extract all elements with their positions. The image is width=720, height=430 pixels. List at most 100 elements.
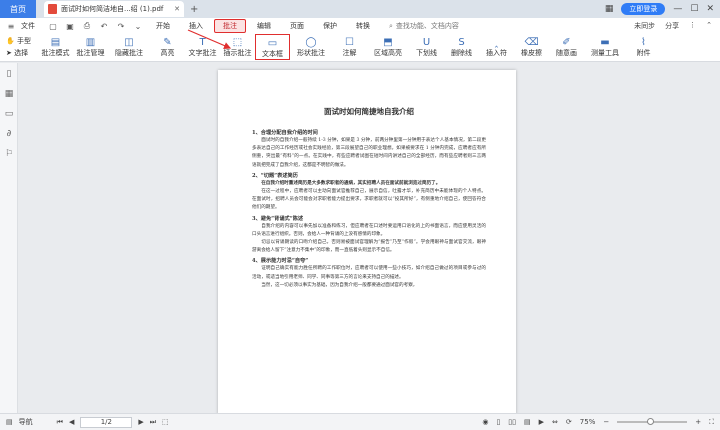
area-highlight-icon: ⬒ bbox=[383, 36, 393, 48]
redo-icon[interactable]: ↷ bbox=[114, 22, 128, 31]
tab-bar: 首页 面试时如何简洁地自...绍 (1).pdf ✕ + ▦ 立即登录 — ☐ … bbox=[0, 0, 720, 18]
last-page-icon[interactable]: ⏭ bbox=[150, 418, 156, 427]
search-box[interactable]: ⌕ 查找功能、文档内容 bbox=[389, 21, 459, 31]
menu-edit[interactable]: 编辑 bbox=[249, 20, 279, 32]
hamburger-icon[interactable]: ≡ bbox=[4, 22, 18, 31]
prev-page-icon[interactable]: ◀ bbox=[69, 418, 74, 426]
menu-start[interactable]: 开始 bbox=[148, 20, 178, 32]
fullscreen-icon[interactable]: ⛶ bbox=[709, 418, 714, 427]
section-heading: 3、避免“背诵式”陈述 bbox=[252, 215, 304, 222]
annotation-toolbar: ✋ 手型 ➤ 选择 ▤ 批注模式 ▥ 批注管理 ◫ 隐藏批注 ✎ 高亮 T 文字批注 ⬚ 插… bbox=[0, 34, 720, 62]
play-icon[interactable]: ▶ bbox=[539, 418, 544, 426]
zoom-in-icon[interactable]: + bbox=[695, 418, 701, 426]
minimize-icon[interactable]: — bbox=[673, 4, 682, 14]
rotate-icon[interactable]: ⟳ bbox=[566, 418, 572, 426]
section-heading: 4、展示能力时忌“自夸” bbox=[252, 258, 309, 265]
navigation-label[interactable]: 导航 bbox=[19, 417, 33, 427]
textbox-icon: ▭ bbox=[267, 37, 278, 49]
select-tool[interactable]: ➤ 选择 bbox=[6, 48, 38, 58]
undo-icon[interactable]: ↶ bbox=[97, 22, 111, 31]
pen-icon: ✐ bbox=[562, 36, 571, 48]
double-page-icon[interactable]: ▯▯ bbox=[508, 418, 516, 426]
continuous-icon[interactable]: ▤ bbox=[524, 418, 531, 426]
nav-icon[interactable]: ▤ bbox=[6, 418, 13, 426]
pointer-annotation-icon: ⬚ bbox=[232, 36, 243, 48]
new-tab-icon[interactable]: + bbox=[190, 4, 198, 15]
annotation-mode-button[interactable]: ▤ 批注模式 bbox=[38, 34, 73, 58]
textbox-button[interactable]: ▭ 文本框 bbox=[255, 34, 290, 60]
paragraph: 自我介绍的内容可以事先加以准备和练习，但应聘者在口述时要运用口语化的上的书面语言… bbox=[252, 223, 486, 237]
share-button[interactable]: 分享 bbox=[665, 21, 679, 31]
hide-annotation-button[interactable]: ◫ 隐藏批注 bbox=[108, 34, 150, 58]
strikethrough-button[interactable]: S 删除线 bbox=[444, 34, 479, 58]
menu-file[interactable]: 文件 bbox=[21, 20, 43, 32]
insert-caret-button[interactable]: ‸ 插入符 bbox=[479, 34, 514, 58]
shape-annotation-button[interactable]: ◯ 形状批注 bbox=[290, 34, 332, 58]
menu-convert[interactable]: 转换 bbox=[348, 20, 378, 32]
measure-tool-button[interactable]: ▬ 测量工具 bbox=[584, 34, 626, 58]
menu-page[interactable]: 页面 bbox=[282, 20, 312, 32]
more-icon[interactable]: ⌄ bbox=[131, 22, 145, 31]
document-tab-title: 面试时如何简洁地自...绍 (1).pdf bbox=[61, 5, 164, 13]
maximize-icon[interactable]: ☐ bbox=[690, 4, 698, 14]
ruler-icon: ▬ bbox=[600, 36, 610, 48]
eraser-icon: ⌫ bbox=[524, 36, 539, 48]
grid-icon[interactable]: ▦ bbox=[605, 4, 614, 14]
sync-status[interactable]: 未同步 bbox=[634, 21, 655, 31]
paragraph: 在这一过程中，应聘者可以主动向面试官推荐自己，展示自信，吐露才华，补充简历中未能… bbox=[252, 189, 486, 211]
save-icon[interactable]: ▣ bbox=[63, 22, 77, 31]
menu-protect[interactable]: 保护 bbox=[315, 20, 345, 32]
fit-width-icon[interactable]: ⇔ bbox=[552, 418, 558, 426]
fit-page-icon[interactable]: ⬚ bbox=[162, 418, 169, 426]
paragraph: 面试时的自我介绍一般持续 1-3 分钟，如果是 3 分钟，前两分钟里第一分钟用于… bbox=[252, 138, 486, 168]
more-menu-icon[interactable]: ⋮ bbox=[689, 21, 696, 31]
tab-home[interactable]: 首页 bbox=[0, 0, 36, 18]
login-button[interactable]: 立即登录 bbox=[621, 3, 666, 15]
text-annotation-icon: T bbox=[199, 36, 206, 48]
insert-caret-icon: ‸ bbox=[494, 36, 499, 48]
paragraph: 在自我介绍时重述简历是大多数求职者的通病，其实招聘人员在面试前就浏览过简历了。 bbox=[261, 180, 441, 186]
hide-annotation-icon: ◫ bbox=[124, 36, 134, 48]
freehand-button[interactable]: ✐ 随意画 bbox=[549, 34, 584, 58]
underline-button[interactable]: U 下划线 bbox=[409, 34, 444, 58]
open-icon[interactable]: ▢ bbox=[46, 22, 60, 31]
first-page-icon[interactable]: ⏮ bbox=[57, 418, 63, 427]
thumbnail-icon[interactable]: ▦ bbox=[0, 85, 18, 103]
stamp-icon[interactable]: ⚐ bbox=[0, 145, 18, 163]
strikethrough-icon: S bbox=[458, 36, 465, 48]
pointer-annotation-button[interactable]: ⬚ 插示批注 bbox=[220, 34, 255, 58]
collapse-icon[interactable]: ⌃ bbox=[706, 21, 712, 31]
tab-document[interactable]: 面试时如何简洁地自...绍 (1).pdf ✕ bbox=[44, 1, 184, 17]
zoom-slider-knob[interactable] bbox=[647, 418, 655, 425]
search-placeholder: 查找功能、文档内容 bbox=[395, 22, 459, 30]
next-page-icon[interactable]: ▶ bbox=[138, 418, 143, 426]
close-tab-icon[interactable]: ✕ bbox=[174, 5, 180, 13]
note-button[interactable]: ☐ 注解 bbox=[332, 34, 367, 58]
hand-tool[interactable]: ✋ 手型 bbox=[6, 36, 38, 46]
underline-icon: U bbox=[422, 36, 431, 48]
comment-icon[interactable]: ▭ bbox=[0, 105, 18, 123]
zoom-out-icon[interactable]: − bbox=[603, 418, 609, 426]
highlight-button[interactable]: ✎ 高亮 bbox=[150, 34, 185, 58]
close-window-icon[interactable]: ✕ bbox=[706, 4, 714, 14]
zoom-level[interactable]: 75% bbox=[580, 418, 596, 426]
annotation-manage-button[interactable]: ▥ 批注管理 bbox=[73, 34, 108, 58]
page-number-input[interactable]: 1/2 bbox=[80, 416, 133, 428]
paragraph: 切忌以背诵朗读的口吻介绍自己，否则易被面试官理解为“报告”乃至“作假”。学会用眼… bbox=[252, 240, 486, 254]
area-highlight-button[interactable]: ⬒ 区域高亮 bbox=[367, 34, 409, 58]
menu-insert[interactable]: 插入 bbox=[181, 20, 211, 32]
single-page-icon[interactable]: ▯ bbox=[496, 418, 500, 426]
print-icon[interactable]: ⎙ bbox=[80, 21, 94, 31]
menu-annotate[interactable]: 批注 bbox=[214, 19, 246, 33]
eraser-button[interactable]: ⌫ 橡皮擦 bbox=[514, 34, 549, 58]
attachment-icon[interactable]: ∂ bbox=[0, 125, 18, 143]
eye-mode-icon[interactable]: ◉ bbox=[482, 418, 488, 426]
bookmark-icon[interactable]: ▯ bbox=[0, 65, 18, 83]
text-annotation-button[interactable]: T 文字批注 bbox=[185, 34, 220, 58]
search-icon: ⌕ bbox=[389, 21, 393, 30]
annotation-mode-icon: ▤ bbox=[50, 36, 61, 48]
attachment-button[interactable]: ⌇ 附件 bbox=[626, 34, 661, 58]
section-heading: 1、合理分配自我介绍的时间 bbox=[252, 130, 318, 136]
zoom-slider[interactable] bbox=[617, 418, 688, 425]
document-title: 面试时如何简捷地自我介绍 bbox=[324, 107, 414, 116]
